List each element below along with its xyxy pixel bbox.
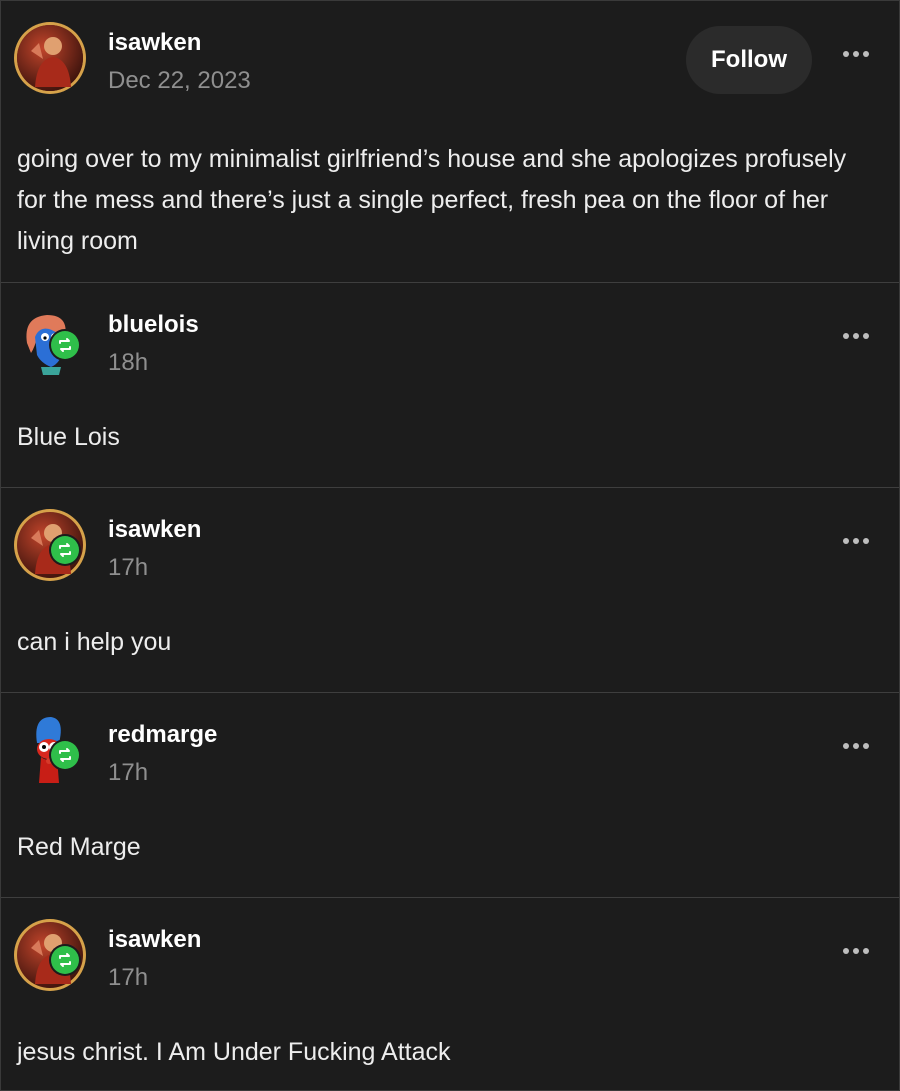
username[interactable]: isawken [108, 29, 201, 57]
post-text: going over to my minimalist girlfriend’s… [17, 145, 847, 255]
reblog-icon [49, 944, 81, 976]
username[interactable]: bluelois [108, 311, 199, 339]
reblog-item: isawken 17h jesus christ. I Am Under Fuc… [1, 898, 899, 1088]
reblog-icon [49, 534, 81, 566]
username[interactable]: isawken [108, 516, 201, 544]
reblog-item: bluelois 18h Blue Lois [1, 283, 899, 488]
portrait-avatar-icon[interactable] [13, 21, 87, 95]
reblog-item: redmarge 17h Red Marge [1, 693, 899, 898]
post-text: can i help you [17, 628, 172, 656]
more-options-icon[interactable] [843, 51, 869, 57]
post-time[interactable]: 18h [108, 349, 148, 377]
post-thread: isawken Dec 22, 2023 Follow going over t… [0, 0, 900, 1091]
reblog-icon [49, 739, 81, 771]
post-time[interactable]: 17h [108, 964, 148, 992]
reblog-icon [49, 329, 81, 361]
reblog-item: isawken 17h can i help you [1, 488, 899, 693]
username[interactable]: isawken [108, 926, 201, 954]
post-text: Blue Lois [17, 423, 120, 451]
more-options-icon[interactable] [843, 743, 869, 749]
more-options-icon[interactable] [843, 948, 869, 954]
original-post: isawken Dec 22, 2023 Follow going over t… [1, 1, 899, 283]
post-time[interactable]: 17h [108, 759, 148, 787]
follow-button[interactable]: Follow [686, 26, 812, 94]
post-text: Red Marge [17, 833, 141, 861]
post-date[interactable]: Dec 22, 2023 [108, 67, 251, 95]
post-text: jesus christ. I Am Under Fucking Attack [17, 1038, 451, 1066]
post-time[interactable]: 17h [108, 554, 148, 582]
username[interactable]: redmarge [108, 721, 217, 749]
more-options-icon[interactable] [843, 538, 869, 544]
more-options-icon[interactable] [843, 333, 869, 339]
